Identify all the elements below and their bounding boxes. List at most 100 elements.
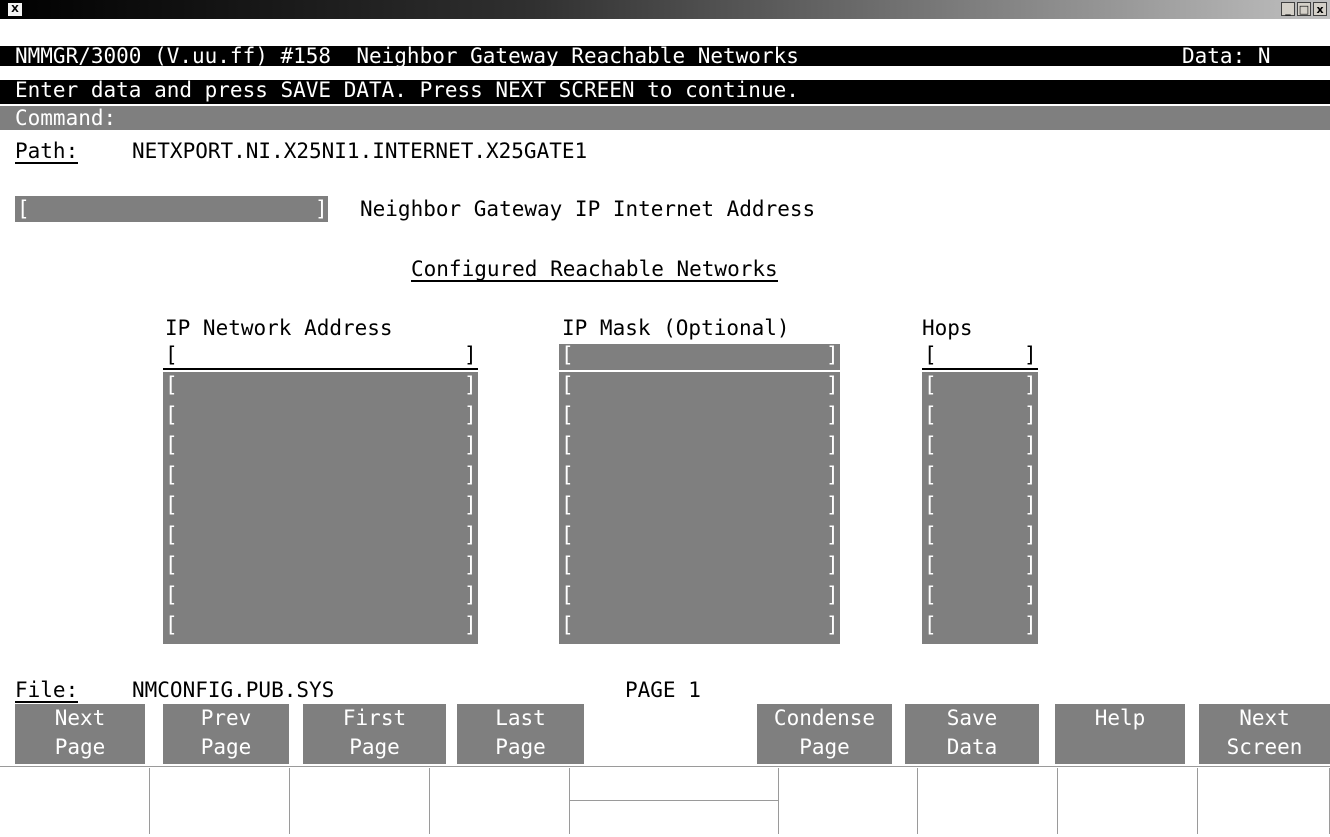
field-bracket-open: [ [561,463,574,487]
hops-input-row-9[interactable]: [] [922,584,1038,610]
field-bracket-open: [ [924,463,937,487]
field-bracket-close: ] [826,403,839,427]
hops-input-row-4[interactable]: [] [922,434,1038,460]
field-bracket-close: ] [464,433,477,457]
field-bracket-open: [ [561,643,574,667]
softkey-slot[interactable] [430,768,570,834]
network-address-input-row-7[interactable]: [] [163,524,478,550]
softkey-slot[interactable] [1198,768,1330,834]
hops-input-row-10[interactable]: [] [922,614,1038,640]
network-address-input-row-4[interactable]: [] [163,434,478,460]
ip-mask-input-row-4[interactable]: [] [559,434,840,460]
hops-input-row-7[interactable]: [] [922,524,1038,550]
network-address-input-row-5[interactable]: [] [163,464,478,490]
maximize-icon[interactable]: □ [1297,2,1311,16]
field-bracket-close: ] [826,493,839,517]
field-bracket-open: [ [165,403,178,427]
fkey-first-page-button[interactable]: First Page [303,704,446,764]
ip-mask-input-row-10[interactable]: [] [559,614,840,640]
hops-input-row-8[interactable]: [] [922,554,1038,580]
fkey-label-line2: Page [349,735,400,759]
network-address-input-row-1[interactable]: [] [163,344,478,370]
fkey-next-screen-button[interactable]: Next Screen [1199,704,1330,764]
minimize-icon[interactable]: _ [1281,2,1295,16]
fkey-label-line2: Data [946,735,998,759]
field-bracket-open: [ [924,583,937,607]
ip-mask-input-row-3[interactable]: [] [559,404,840,430]
field-bracket-open: [ [165,643,178,667]
fkey-blank-button[interactable] [600,704,740,764]
field-bracket-open: [ [165,463,178,487]
ip-mask-input-row-1[interactable]: [] [559,344,840,370]
field-bracket-close: ] [464,583,477,607]
screen-title: NMMGR/3000 (V.uu.ff) #158 Neighbor Gatew… [15,44,799,68]
softkey-slot[interactable] [570,768,779,834]
ip-mask-input-row-11[interactable]: [] [559,644,840,670]
ip-mask-input-row-8[interactable]: [] [559,554,840,580]
network-address-input-row-9[interactable]: [] [163,584,478,610]
page-indicator: PAGE 1 [625,678,701,702]
field-bracket-close: ] [826,553,839,577]
network-address-input-row-2[interactable]: [] [163,374,478,400]
gateway-address-input[interactable]: [ ] [15,196,328,222]
network-address-input-row-8[interactable]: [] [163,554,478,580]
network-address-input-row-3[interactable]: [] [163,404,478,430]
network-address-input-row-11[interactable]: [] [163,644,478,670]
window-title-bar[interactable] [0,0,1330,19]
fkey-label-line2: Page [200,735,252,759]
field-bracket-close: ] [1024,523,1037,547]
field-bracket-open: [ [924,433,937,457]
fkey-prev-page-button[interactable]: Prev Page [163,704,289,764]
field-bracket-open: [ [561,613,574,637]
fkey-label-line2: Page [799,735,850,759]
field-bracket-close: ] [464,493,477,517]
fkey-help-button[interactable]: Help [1055,704,1185,764]
field-bracket-open: [ [924,403,937,427]
ip-mask-input-row-5[interactable]: [] [559,464,840,490]
field-bracket-close: ] [464,523,477,547]
field-bracket-close: ] [464,463,477,487]
softkey-slot[interactable] [918,768,1058,834]
hops-input-row-3[interactable]: [] [922,404,1038,430]
field-bracket-close: ] [1024,493,1037,517]
file-value: NMCONFIG.PUB.SYS [132,678,335,702]
ip-mask-input-row-6[interactable]: [] [559,494,840,520]
hops-input-row-5[interactable]: [] [922,464,1038,490]
ip-mask-input-row-2[interactable]: [] [559,374,840,400]
field-bracket-open: [ [924,613,937,637]
close-icon[interactable]: x [1313,2,1327,16]
field-bracket-open: [ [561,373,574,397]
hops-input-row-6[interactable]: [] [922,494,1038,520]
softkey-slot[interactable] [779,768,918,834]
field-bracket-open: [ [561,523,574,547]
field-bracket-open: [ [165,343,178,367]
file-label: File: [15,678,79,703]
field-bracket-close: ] [464,643,477,667]
fkey-next-page-button[interactable]: Next Page [15,704,145,764]
hops-input-row-1[interactable]: [] [922,344,1038,370]
field-bracket-close: ] [1024,553,1037,577]
command-bar[interactable] [0,106,1330,130]
fkey-save-data-button[interactable]: Save Data [905,704,1039,764]
field-bracket-open: [ [165,433,178,457]
field-bracket-open: [ [561,433,574,457]
ip-mask-input-row-7[interactable]: [] [559,524,840,550]
fkey-last-page-button[interactable]: Last Page [457,704,584,764]
softkey-slot[interactable] [0,768,150,834]
network-address-input-row-6[interactable]: [] [163,494,478,520]
fkey-condense-page-button[interactable]: Condense Page [757,704,892,764]
softkey-slot[interactable] [150,768,290,834]
field-bracket-close: ] [1024,463,1037,487]
network-address-input-row-10[interactable]: [] [163,614,478,640]
hops-input-row-11[interactable]: [] [922,644,1038,670]
app-icon[interactable]: X [8,3,22,16]
field-bracket-close: ] [1024,433,1037,457]
ip-mask-input-row-9[interactable]: [] [559,584,840,610]
softkey-slot[interactable] [1058,768,1198,834]
softkey-slot[interactable] [290,768,430,834]
command-label: Command: [15,106,117,130]
field-bracket-close: ] [464,403,477,427]
hops-input-row-2[interactable]: [] [922,374,1038,400]
fkey-label-line1: Condense [773,706,876,730]
column-header-network: IP Network Address [165,316,393,340]
